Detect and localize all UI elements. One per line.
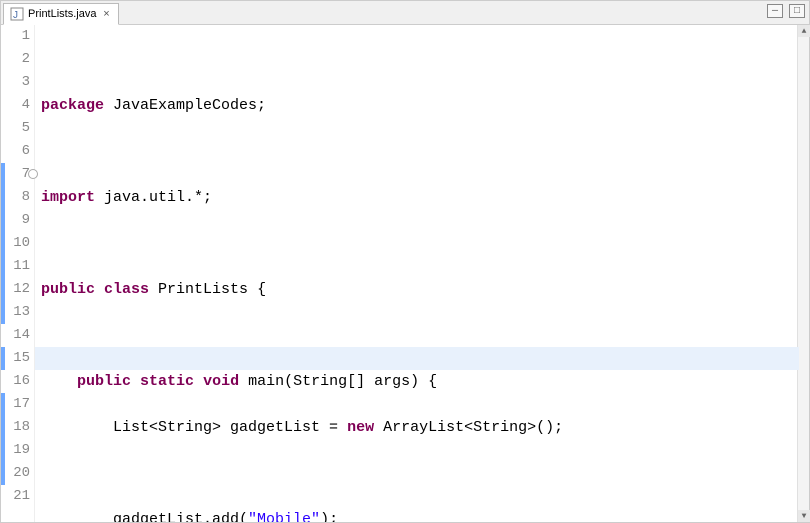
line-number: 2 xyxy=(1,48,30,71)
line-number: 1 xyxy=(1,25,30,48)
keyword: public xyxy=(41,281,95,298)
line-number: 8 xyxy=(1,186,30,209)
line-number: 4 xyxy=(1,94,30,117)
code-text: PrintLists { xyxy=(149,281,266,298)
line-number: 10 xyxy=(1,232,30,255)
change-marker xyxy=(1,163,5,324)
line-number: 9 xyxy=(1,209,30,232)
code-editor[interactable]: package JavaExampleCodes; import java.ut… xyxy=(35,25,809,522)
string-literal: "Mobile" xyxy=(248,511,320,522)
keyword: class xyxy=(104,281,149,298)
editor-area: 1 2 3 4 5 6 7 8 9 10 11 12 13 14 15 16 1… xyxy=(1,25,809,522)
line-number: 12 xyxy=(1,278,30,301)
code-text xyxy=(131,373,140,390)
tab-bar: J PrintLists.java × — □ xyxy=(1,1,809,25)
code-text: ArrayList<String>(); xyxy=(374,419,563,436)
line-number: 5 xyxy=(1,117,30,140)
tab-close-icon[interactable]: × xyxy=(100,8,112,20)
keyword: public xyxy=(77,373,131,390)
line-number: 6 xyxy=(1,140,30,163)
line-number: 14 xyxy=(1,324,30,347)
line-number: 17 xyxy=(1,393,30,416)
window-controls: — □ xyxy=(767,4,805,18)
code-text: ); xyxy=(320,511,338,522)
code-text: List<String> gadgetList = xyxy=(41,419,347,436)
line-number: 20 xyxy=(1,462,30,485)
line-number: 7 xyxy=(1,163,30,186)
change-marker xyxy=(1,347,5,370)
line-number: 16 xyxy=(1,370,30,393)
code-text: main(String[] args) { xyxy=(239,373,437,390)
code-text xyxy=(41,373,77,390)
keyword: static xyxy=(140,373,194,390)
keyword: new xyxy=(347,419,374,436)
line-number-gutter: 1 2 3 4 5 6 7 8 9 10 11 12 13 14 15 16 1… xyxy=(1,25,35,522)
code-text: java.util.*; xyxy=(95,189,212,206)
keyword: import xyxy=(41,189,95,206)
editor-tab[interactable]: J PrintLists.java × xyxy=(3,3,119,25)
keyword: void xyxy=(203,373,239,390)
line-number: 21 xyxy=(1,485,30,508)
minimize-button[interactable]: — xyxy=(767,4,783,18)
java-file-icon: J xyxy=(10,7,24,21)
line-number: 13 xyxy=(1,301,30,324)
scroll-up-icon[interactable]: ▲ xyxy=(798,25,810,37)
svg-text:J: J xyxy=(13,10,18,21)
maximize-button[interactable]: □ xyxy=(789,4,805,18)
line-number: 11 xyxy=(1,255,30,278)
line-number: 3 xyxy=(1,71,30,94)
code-text: JavaExampleCodes; xyxy=(104,97,266,114)
keyword: package xyxy=(41,97,104,114)
tab-filename: PrintLists.java xyxy=(28,8,96,20)
line-number: 15 xyxy=(1,347,30,370)
line-number: 19 xyxy=(1,439,30,462)
code-text xyxy=(95,281,104,298)
change-marker xyxy=(1,393,5,485)
line-number: 18 xyxy=(1,416,30,439)
code-text xyxy=(194,373,203,390)
code-text: gadgetList.add( xyxy=(41,511,248,522)
fold-toggle-icon[interactable] xyxy=(28,169,38,179)
